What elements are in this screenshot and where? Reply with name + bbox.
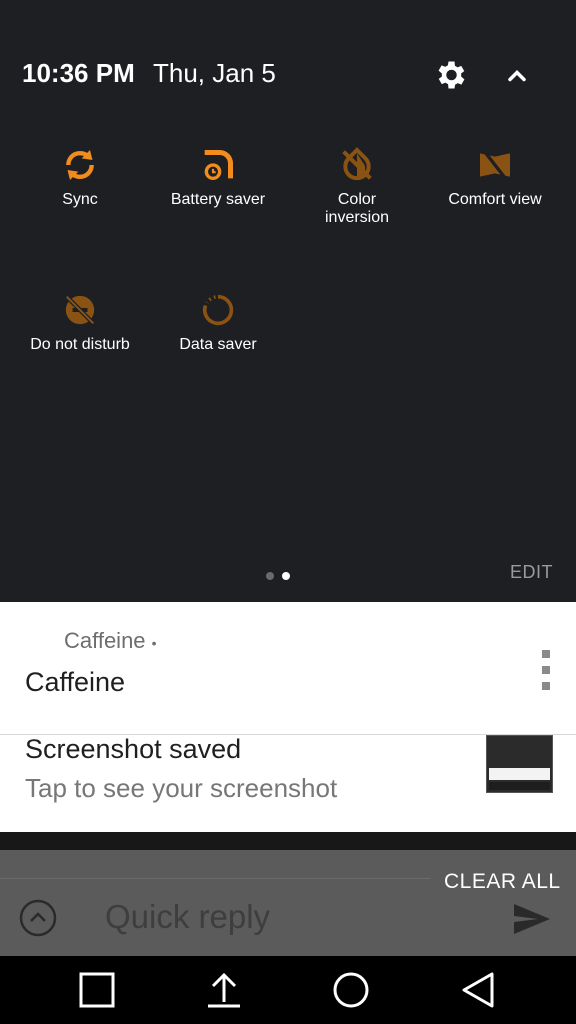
screenshot-thumbnail [486, 735, 553, 793]
divider [0, 832, 576, 850]
edit-button[interactable]: EDIT [510, 562, 553, 583]
clear-all-button[interactable]: CLEAR ALL [444, 870, 561, 894]
battery-saver-icon [204, 150, 233, 180]
quick-reply-input[interactable]: Quick reply [105, 898, 270, 936]
notification-title: Caffeine [25, 667, 126, 697]
page-indicator [266, 567, 298, 585]
tile-do-not-disturb[interactable]: Do not disturb [11, 290, 149, 354]
tile-color-inversion[interactable]: Color inversion [288, 145, 426, 227]
tile-data-saver[interactable]: Data saver [149, 290, 287, 354]
sync-icon [66, 150, 94, 180]
tile-battery-saver[interactable]: Battery saver [149, 145, 287, 209]
tile-label-battery-saver: Battery saver [170, 191, 266, 208]
divider-line [0, 878, 430, 879]
send-icon[interactable] [512, 902, 552, 936]
home-icon[interactable] [331, 970, 371, 1010]
tile-label-data-saver: Data saver [179, 336, 257, 353]
navigation-bar [0, 956, 576, 1024]
notification-screenshot[interactable]: Screenshot saved Tap to see your screens… [0, 734, 576, 832]
notification-actions: CLEAR ALL Quick reply [0, 850, 576, 956]
notification-caffeine[interactable]: Caffeine • Caffeine [0, 602, 576, 736]
do-not-disturb-icon [65, 295, 95, 325]
notification-title: Screenshot saved [25, 734, 242, 764]
tile-comfort-view[interactable]: Comfort view [426, 145, 564, 209]
back-icon[interactable] [458, 970, 498, 1010]
tile-label-sync: Sync [62, 191, 98, 208]
upload-icon[interactable] [204, 970, 244, 1010]
color-inversion-icon [342, 147, 372, 181]
tile-label-do-not-disturb: Do not disturb [30, 336, 130, 353]
page-dot-active [282, 572, 290, 580]
notification-app-name: Caffeine • [64, 628, 157, 653]
tile-label-color-inversion: Color inversion [324, 191, 390, 226]
expand-icon[interactable] [18, 898, 58, 938]
gear-icon[interactable] [432, 57, 468, 93]
comfort-view-icon [480, 148, 510, 182]
data-saver-icon [202, 294, 234, 326]
quick-settings-panel: 10:36 PM Thu, Jan 5 Sync Battery saver C… [0, 0, 576, 602]
status-date: Thu, Jan 5 [153, 58, 276, 88]
tile-sync[interactable]: Sync [11, 145, 149, 209]
recents-icon[interactable] [77, 970, 117, 1010]
tile-label-comfort-view: Comfort view [448, 191, 542, 208]
page-dot [266, 572, 274, 580]
notification-text: Tap to see your screenshot [25, 773, 338, 803]
status-time: 10:36 PM [22, 58, 135, 88]
chevron-up-icon[interactable] [503, 62, 531, 90]
more-vert-icon[interactable] [536, 650, 556, 690]
